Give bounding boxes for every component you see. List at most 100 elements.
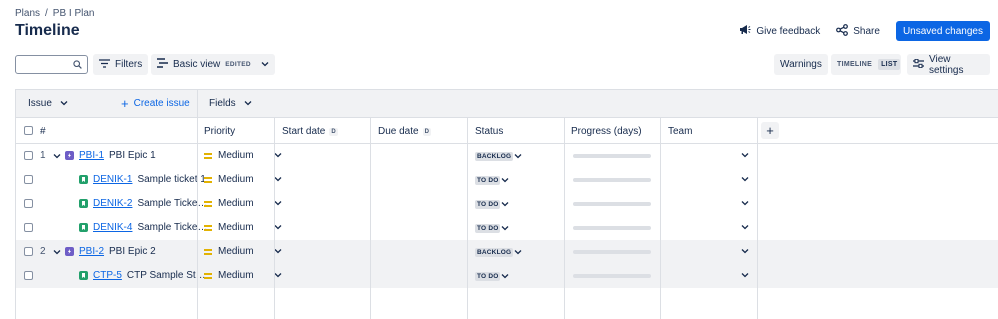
priority-label: Medium — [218, 198, 254, 209]
share-label: Share — [853, 25, 880, 37]
priority-select[interactable]: Medium — [204, 174, 282, 185]
table-row[interactable]: 2 PBI-2 PBI Epic 2 Medium BACKLOG — [16, 240, 998, 264]
column-priority[interactable]: Priority — [204, 126, 235, 137]
priority-select[interactable]: Medium — [204, 150, 282, 161]
expand-chevron-icon[interactable] — [53, 152, 61, 161]
story-icon — [79, 175, 88, 184]
column-team[interactable]: Team — [668, 126, 692, 137]
row-checkbox[interactable] — [24, 223, 33, 232]
status-lozenge[interactable]: TO DO — [475, 200, 509, 209]
search-icon — [73, 60, 82, 72]
plan-list-grid: Issue + Create issue Fields # Priority S… — [15, 89, 998, 319]
status-lozenge[interactable]: TO DO — [475, 224, 509, 233]
chevron-down-icon — [501, 201, 509, 209]
table-row[interactable]: CTP-5 CTP Sample St… Medium TO DO — [16, 264, 998, 288]
epic-icon — [65, 151, 74, 160]
status-label: BACKLOG — [475, 152, 514, 161]
warnings-button[interactable]: Warnings — [774, 54, 828, 75]
fields-menu[interactable]: Fields — [209, 98, 252, 109]
priority-medium-icon — [204, 200, 212, 207]
give-feedback-button[interactable]: Give feedback — [739, 24, 820, 38]
issue-menu[interactable]: Issue — [28, 98, 68, 109]
team-dropdown-chevron-icon[interactable] — [741, 247, 749, 256]
page-title: Timeline — [15, 22, 80, 39]
progress-bar — [573, 226, 651, 230]
column-due-date[interactable]: Due date D — [378, 126, 431, 137]
edited-badge: EDITED — [225, 61, 251, 68]
priority-select[interactable]: Medium — [204, 222, 282, 233]
team-dropdown-chevron-icon[interactable] — [741, 223, 749, 232]
table-row[interactable]: 1 PBI-1 PBI Epic 1 Medium BACKLOG — [16, 144, 998, 168]
chevron-down-icon — [514, 249, 522, 257]
table-row[interactable]: DENIK-2 Sample Ticke… Medium TO DO — [16, 192, 998, 216]
team-dropdown-chevron-icon[interactable] — [741, 271, 749, 280]
column-divider — [660, 118, 661, 319]
unsaved-changes-button[interactable]: Unsaved changes — [895, 21, 990, 41]
priority-label: Medium — [218, 246, 254, 257]
issue-key-link[interactable]: DENIK-4 — [93, 222, 132, 233]
breadcrumb-plan[interactable]: PB I Plan — [53, 8, 95, 19]
story-icon — [79, 199, 88, 208]
column-start-date[interactable]: Start date D — [282, 126, 338, 137]
warnings-label: Warnings — [780, 59, 822, 70]
tab-list[interactable]: LIST — [878, 59, 901, 70]
column-divider — [274, 118, 275, 319]
row-checkbox[interactable] — [24, 271, 33, 280]
status-lozenge[interactable]: TO DO — [475, 176, 509, 185]
issue-cell: DENIK-2 Sample Ticke… — [79, 198, 207, 209]
priority-medium-icon — [204, 224, 212, 231]
issue-key-link[interactable]: PBI-1 — [79, 150, 104, 161]
breadcrumb-plans[interactable]: Plans — [15, 8, 40, 19]
table-row[interactable]: DENIK-1 Sample ticket 1 Medium TO DO — [16, 168, 998, 192]
issue-summary: PBI Epic 1 — [109, 150, 156, 161]
column-header-row: # Priority Start date D Due date D Statu… — [16, 118, 998, 144]
priority-select[interactable]: Medium — [204, 246, 282, 257]
column-status[interactable]: Status — [475, 126, 503, 137]
issue-key-link[interactable]: CTP-5 — [93, 270, 122, 281]
row-checkbox[interactable] — [24, 199, 33, 208]
chevron-down-icon — [261, 59, 269, 70]
fields-menu-label: Fields — [209, 98, 236, 109]
select-all-checkbox[interactable] — [24, 126, 33, 135]
header-actions: Give feedback Share Unsaved changes — [739, 21, 990, 41]
column-progress[interactable]: Progress (days) — [571, 126, 642, 137]
expand-chevron-icon[interactable] — [53, 248, 61, 257]
create-issue-label: Create issue — [133, 98, 190, 109]
team-dropdown-chevron-icon[interactable] — [741, 151, 749, 160]
plus-icon: + — [121, 95, 129, 111]
row-checkbox[interactable] — [24, 175, 33, 184]
priority-select[interactable]: Medium — [204, 270, 282, 281]
issue-key-link[interactable]: PBI-2 — [79, 246, 104, 257]
issue-key-link[interactable]: DENIK-1 — [93, 174, 132, 185]
status-lozenge[interactable]: BACKLOG — [475, 152, 522, 161]
priority-select[interactable]: Medium — [204, 198, 282, 209]
chevron-down-icon — [244, 98, 252, 109]
priority-label: Medium — [218, 270, 254, 281]
priority-medium-icon — [204, 152, 212, 159]
column-hash: # — [40, 126, 46, 137]
status-lozenge[interactable]: TO DO — [475, 272, 509, 281]
search-input[interactable] — [15, 55, 88, 74]
add-column-button[interactable]: + — [761, 122, 779, 139]
row-checkbox[interactable] — [24, 151, 33, 160]
filters-button[interactable]: Filters — [93, 54, 149, 75]
table-row[interactable]: DENIK-4 Sample Ticke… Medium TO DO — [16, 216, 998, 240]
share-button[interactable]: Share — [836, 23, 880, 39]
tab-timeline[interactable]: TIMELINE — [834, 59, 875, 70]
status-lozenge[interactable]: BACKLOG — [475, 248, 522, 257]
priority-label: Medium — [218, 150, 254, 161]
basic-view-label: Basic view — [173, 59, 221, 70]
chevron-down-icon — [60, 98, 68, 109]
status-label: TO DO — [475, 200, 501, 209]
column-divider — [467, 118, 468, 319]
create-issue-button[interactable]: + Create issue — [121, 95, 190, 111]
issue-key-link[interactable]: DENIK-2 — [93, 198, 132, 209]
row-checkbox[interactable] — [24, 247, 33, 256]
team-dropdown-chevron-icon[interactable] — [741, 175, 749, 184]
epic-icon — [65, 247, 74, 256]
chevron-down-icon — [514, 153, 522, 161]
issue-cell: CTP-5 CTP Sample St… — [79, 270, 206, 281]
team-dropdown-chevron-icon[interactable] — [741, 199, 749, 208]
view-settings-button[interactable]: View settings — [907, 54, 990, 76]
basic-view-button[interactable]: Basic view EDITED — [151, 54, 275, 75]
